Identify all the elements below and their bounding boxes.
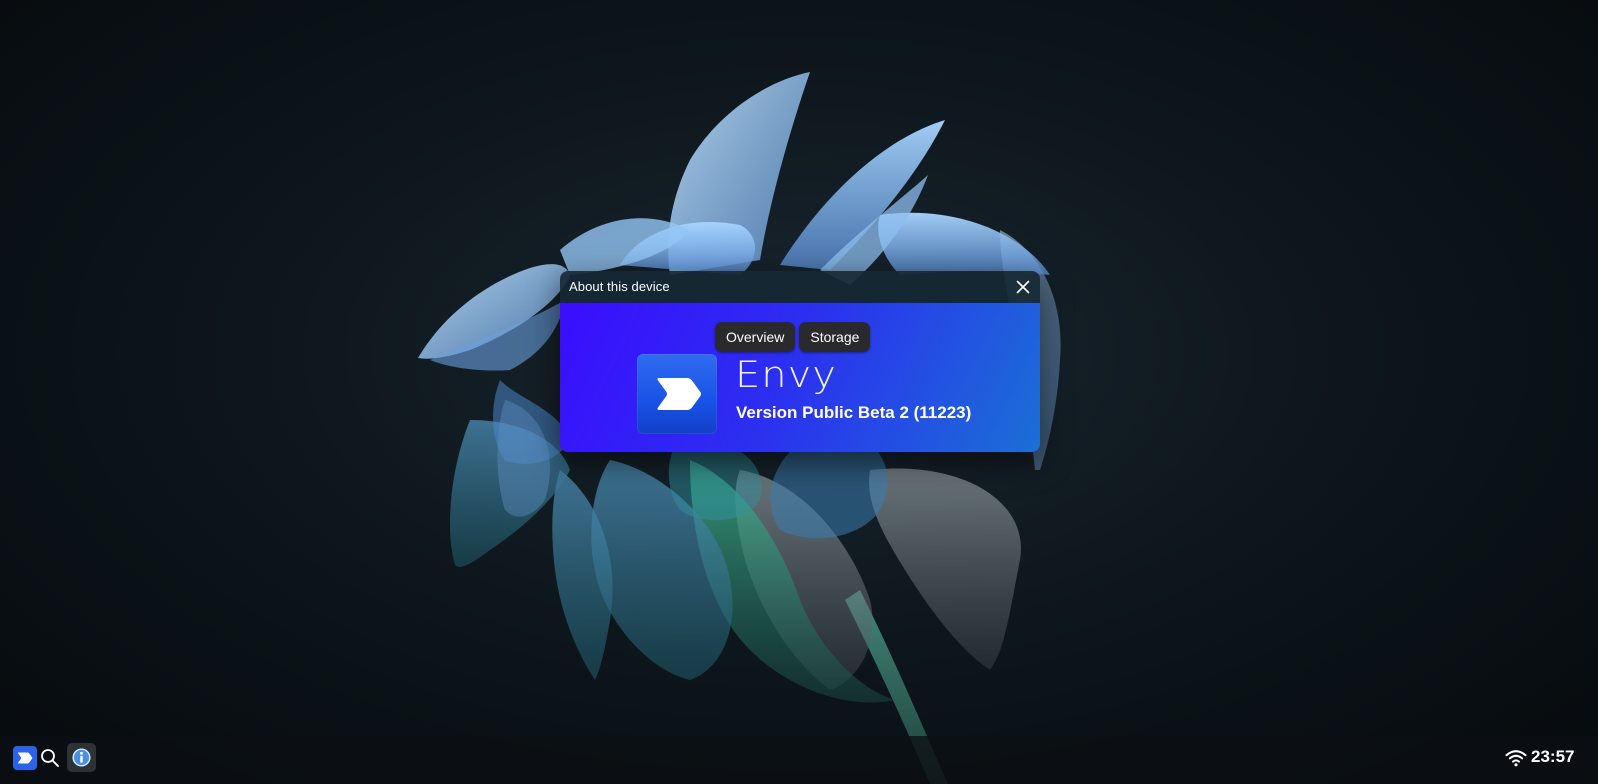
tab-storage[interactable]: Storage [799, 322, 871, 352]
about-device-window: About this device Overview Storage Envy … [560, 271, 1040, 452]
search-icon [41, 749, 59, 767]
taskbar: 23:57 [0, 736, 1598, 784]
clock[interactable]: 23:57 [1531, 747, 1574, 767]
version-text: Version Public Beta 2 (11223) [736, 403, 972, 422]
taskbar-item-about-device[interactable] [67, 743, 96, 772]
desktop: About this device Overview Storage Envy … [0, 0, 1598, 784]
tab-overview[interactable]: Overview [715, 322, 796, 352]
about-content: Overview Storage Envy Version Public Bet… [560, 303, 1040, 452]
search-button[interactable] [38, 746, 62, 770]
window-title: About this device [569, 279, 670, 294]
close-button[interactable] [1010, 274, 1036, 300]
envy-logo-icon [657, 378, 701, 410]
wifi-icon[interactable] [1505, 749, 1527, 767]
envy-launcher-icon [17, 752, 33, 764]
launcher-button[interactable] [13, 746, 37, 770]
tab-bar: Overview Storage [715, 322, 871, 352]
envy-logo [637, 354, 717, 434]
product-name: Envy [735, 354, 837, 397]
close-icon [1016, 280, 1030, 294]
window-titlebar[interactable]: About this device [560, 271, 1040, 303]
info-icon [72, 748, 91, 767]
